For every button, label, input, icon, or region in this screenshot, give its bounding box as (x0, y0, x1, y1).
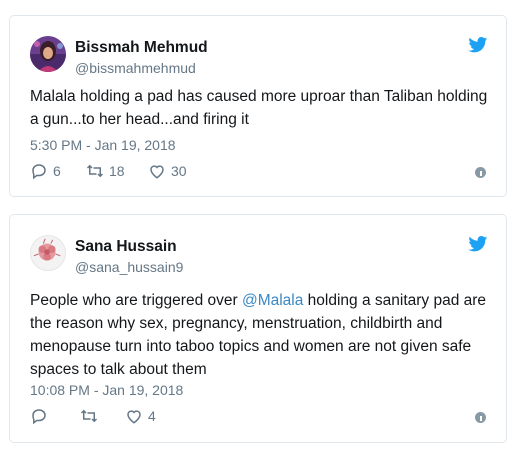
reply-icon (32, 409, 46, 425)
like-count: 4 (148, 408, 156, 424)
mention-link[interactable]: @Malala (242, 292, 303, 309)
author-name[interactable]: Bissmah Mehmud (75, 39, 208, 57)
tweet-timestamp[interactable]: 5:30 PM - Jan 19, 2018 (30, 137, 176, 153)
tweet-timestamp[interactable]: 10:08 PM - Jan 19, 2018 (30, 382, 183, 398)
retweet-icon (86, 164, 104, 178)
tweet-card[interactable]: Sana Hussain @sana_hussain9 People who a… (9, 214, 507, 443)
author-handle[interactable]: @sana_hussain9 (75, 259, 183, 275)
twitter-bird-icon[interactable] (468, 37, 488, 53)
tweet-actions: 6 18 30 (28, 162, 488, 182)
avatar-photo-icon (30, 36, 66, 72)
reply-button[interactable] (30, 407, 53, 425)
like-button[interactable]: 4 (125, 407, 156, 425)
retweet-icon (80, 409, 98, 423)
info-icon[interactable] (475, 167, 486, 178)
author-name[interactable]: Sana Hussain (75, 238, 177, 256)
twitter-bird-icon[interactable] (468, 236, 488, 252)
tweet-text: People who are triggered over @Malala ho… (30, 289, 490, 381)
reply-count: 6 (53, 163, 61, 179)
author-handle[interactable]: @bissmahmehmud (75, 60, 196, 76)
tweet-text-before: People who are triggered over (30, 292, 242, 309)
heart-icon (150, 165, 164, 179)
reply-icon (32, 164, 46, 180)
reply-button[interactable]: 6 (30, 162, 61, 180)
info-icon[interactable] (475, 412, 486, 423)
like-button[interactable]: 30 (148, 162, 187, 180)
retweet-count: 18 (109, 163, 125, 179)
flower-icon (33, 238, 61, 261)
tweet-actions: 4 (28, 407, 488, 427)
tweet-text: Malala holding a pad has caused more upr… (30, 88, 488, 128)
like-count: 30 (171, 163, 187, 179)
avatar[interactable] (30, 36, 66, 72)
heart-icon (127, 410, 141, 424)
retweet-button[interactable]: 18 (86, 162, 125, 180)
retweet-button[interactable] (80, 407, 103, 425)
tweet-card[interactable]: Bissmah Mehmud @bissmahmehmud Malala hol… (9, 15, 507, 197)
avatar[interactable] (30, 235, 66, 271)
